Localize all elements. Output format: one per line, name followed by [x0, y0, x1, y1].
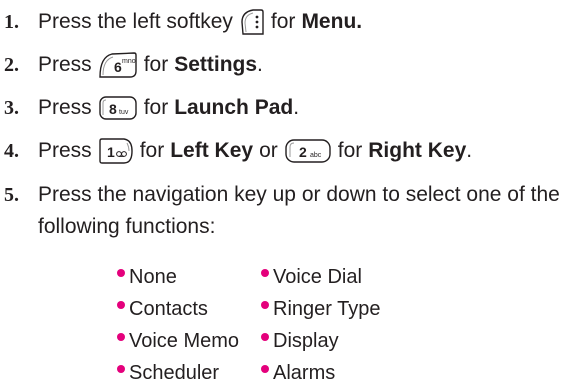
key-digit: 1: [107, 144, 115, 160]
step-number: 4.: [4, 139, 19, 162]
bullet-icon: [261, 333, 269, 341]
right-key-label: Right Key: [368, 139, 467, 162]
function-name: None: [129, 265, 177, 288]
step-1: 1. Press the left softkey for Menu.: [0, 7, 362, 37]
left-key-label: Left Key: [170, 139, 254, 162]
launch-pad-label: Launch Pad: [174, 96, 294, 119]
step-text: for: [143, 96, 169, 119]
key-digit: 6: [114, 59, 122, 75]
key-1-voicemail-icon: 1: [98, 137, 134, 165]
settings-label: Settings: [174, 53, 258, 76]
list-item: Display: [261, 326, 339, 356]
key-8-tuv-icon: 8 tuv: [98, 95, 138, 121]
list-item: Voice Dial: [261, 262, 362, 292]
step-text: Press the navigation key up or down to s…: [38, 183, 560, 206]
step-4: 4. Press 1 for Left Key or 2 abc for Rig…: [0, 136, 472, 166]
step-3: 3. Press 8 tuv for Launch Pad .: [0, 93, 299, 123]
key-letters: abc: [310, 152, 322, 159]
bullet-icon: [117, 365, 125, 373]
step-text: for: [337, 139, 363, 162]
key-digit: 8: [109, 101, 117, 117]
step-number: 3.: [4, 96, 19, 119]
step-text: for: [270, 10, 296, 33]
bullet-icon: [117, 301, 125, 309]
function-name: Scheduler: [129, 361, 220, 384]
key-2-abc-icon: 2 abc: [284, 138, 332, 164]
key-letters: tuv: [119, 109, 129, 116]
function-name: Alarms: [273, 361, 336, 384]
list-item: Contacts: [117, 294, 208, 324]
step-text: for: [139, 139, 165, 162]
step-number: 2.: [4, 53, 19, 76]
step-text: Press the left softkey: [38, 10, 233, 33]
step-period: .: [257, 53, 263, 76]
step-text: Press: [38, 139, 92, 162]
step-5-continuation: following functions:: [38, 215, 216, 238]
bullet-icon: [117, 333, 125, 341]
function-name: Contacts: [129, 297, 208, 320]
step-2: 2. Press 6 mno for Settings .: [0, 50, 263, 80]
function-name: Voice Dial: [273, 265, 362, 288]
step-number: 1.: [4, 10, 19, 33]
step-text: for: [143, 53, 169, 76]
list-item: None: [117, 262, 177, 292]
left-softkey-icon: [239, 8, 265, 36]
bullet-icon: [261, 365, 269, 373]
key-6-mno-icon: 6 mno: [98, 51, 138, 79]
step-period: .: [293, 96, 300, 119]
step-text: or: [259, 139, 278, 162]
step-text: Press: [38, 96, 92, 119]
step-text: Press: [38, 53, 92, 76]
bullet-icon: [117, 269, 125, 277]
step-period: .: [466, 139, 473, 162]
bullet-icon: [261, 269, 269, 277]
function-name: Voice Memo: [129, 329, 240, 352]
step-5: 5. Press the navigation key up or down t…: [0, 180, 560, 210]
list-item: Voice Memo: [117, 326, 239, 356]
key-digit: 2: [299, 144, 307, 160]
bullet-icon: [261, 301, 269, 309]
function-name: Ringer Type: [273, 297, 381, 320]
list-item: Ringer Type: [261, 294, 380, 324]
function-name: Display: [273, 329, 339, 352]
list-item: Alarms: [261, 358, 335, 388]
menu-label: Menu.: [301, 10, 363, 33]
key-letters: mno: [122, 58, 136, 65]
step-number: 5.: [4, 183, 19, 206]
list-item: Scheduler: [117, 358, 219, 388]
